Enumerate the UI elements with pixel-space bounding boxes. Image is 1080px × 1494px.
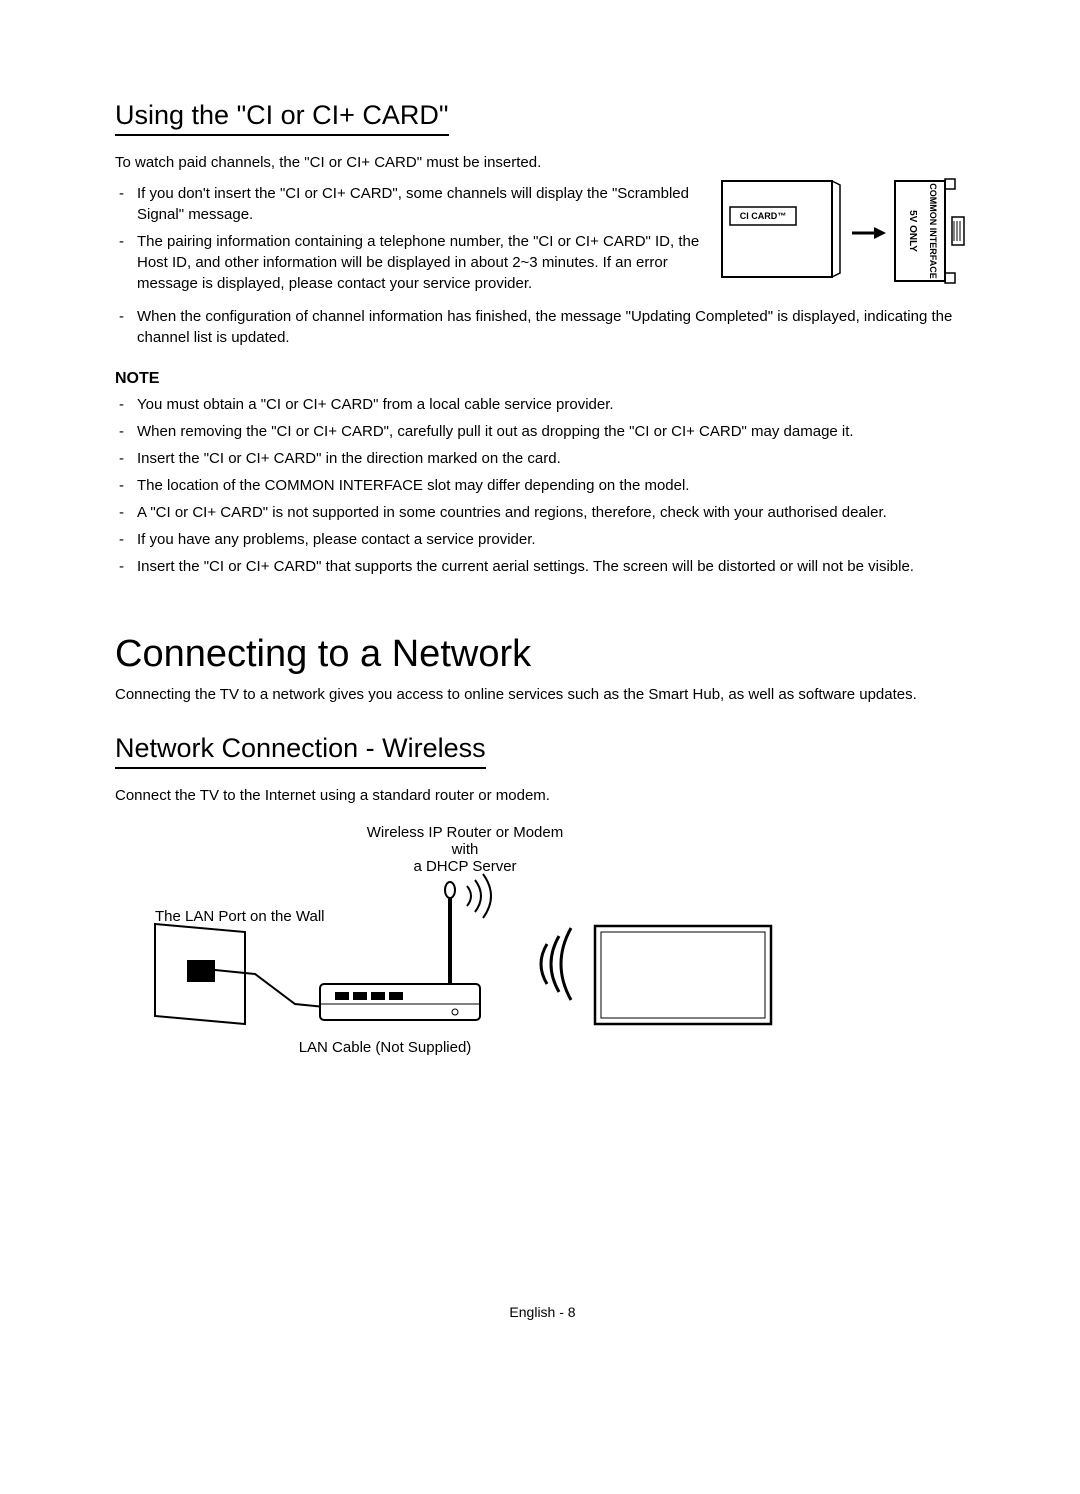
list-item: A "CI or CI+ CARD" is not supported in s… — [115, 502, 970, 523]
note-heading: NOTE — [115, 370, 970, 388]
ci-card-fullwidth-list: When the configuration of channel inform… — [115, 306, 970, 348]
ci-card-label: CI CARD™ — [740, 211, 787, 221]
wireless-intro: Connect the TV to the Internet using a s… — [115, 787, 970, 804]
section-heading-connecting: Connecting to a Network — [115, 633, 970, 676]
connecting-intro: Connecting the TV to a network gives you… — [115, 686, 970, 703]
note-list: You must obtain a "CI or CI+ CARD" from … — [115, 394, 970, 577]
list-item: Insert the "CI or CI+ CARD" that support… — [115, 556, 970, 577]
list-item: When the configuration of channel inform… — [115, 306, 970, 348]
list-item: If you don't insert the "CI or CI+ CARD"… — [115, 183, 700, 225]
section-heading-wireless: Network Connection - Wireless — [115, 733, 486, 769]
ci-card-intro: To watch paid channels, the "CI or CI+ C… — [115, 154, 970, 171]
page-footer: English - 8 — [115, 1304, 970, 1320]
ci-card-diagram: CI CARD™ 5V ONLY COMMON INTERFACE — [720, 177, 970, 292]
ci-card-top-list: If you don't insert the "CI or CI+ CARD"… — [115, 183, 700, 294]
list-item: If you have any problems, please contact… — [115, 529, 970, 550]
list-item: The location of the COMMON INTERFACE slo… — [115, 475, 970, 496]
slot-5v-label: 5V ONLY — [907, 210, 918, 252]
slot-common-interface-label: COMMON INTERFACE — [928, 183, 938, 279]
list-item: You must obtain a "CI or CI+ CARD" from … — [115, 394, 970, 415]
list-item: The pairing information containing a tel… — [115, 231, 700, 294]
list-item: Insert the "CI or CI+ CARD" in the direc… — [115, 448, 970, 469]
section-heading-ci-card: Using the "CI or CI+ CARD" — [115, 100, 449, 136]
list-item: When removing the "CI or CI+ CARD", care… — [115, 421, 970, 442]
network-diagram: Wireless IP Router or Modem with a DHCP … — [135, 824, 775, 1054]
